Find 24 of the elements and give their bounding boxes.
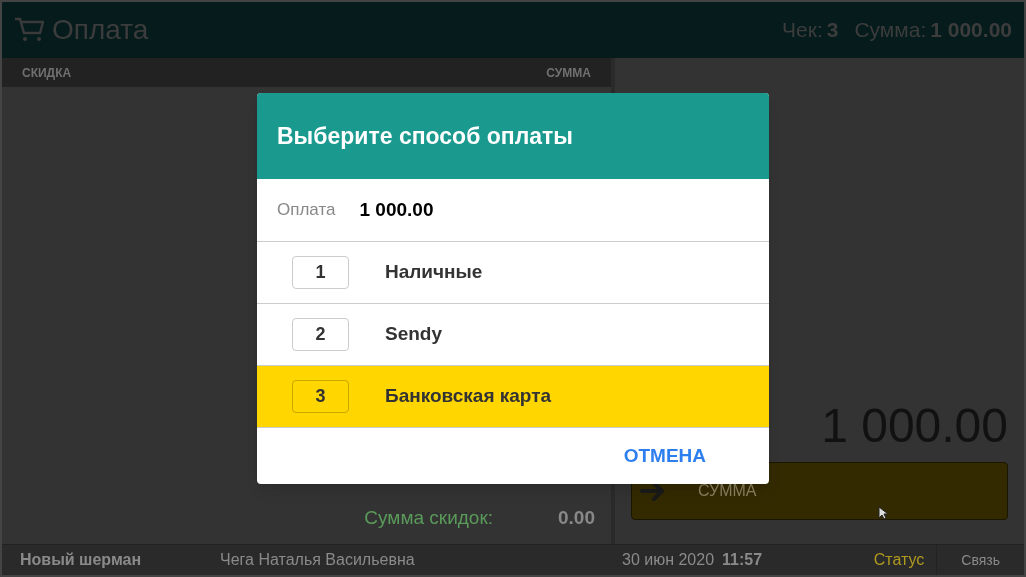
option-key: 2	[292, 318, 349, 351]
column-header: СУММА	[546, 64, 591, 82]
status-indicator: Статус	[873, 550, 925, 570]
date-text: 30 июн 2020	[622, 550, 715, 570]
payment-option[interactable]: 3 Банковская карта	[257, 366, 769, 428]
column-header: СКИДКА	[22, 64, 72, 82]
total-label: Сумма скидок:	[364, 505, 493, 530]
option-label: Банковская карта	[385, 384, 552, 409]
store-name: Новый шерман	[19, 550, 143, 570]
payment-label: Оплата	[277, 199, 336, 222]
payment-option[interactable]: 1 Наличные	[257, 242, 769, 304]
cart-icon	[14, 17, 44, 43]
cursor-icon	[878, 506, 888, 520]
option-label: Наличные	[385, 260, 483, 285]
total-value: 0.00	[557, 505, 595, 530]
dialog-title: Выберите способ оплаты	[277, 121, 573, 151]
option-label: Sendy	[385, 322, 443, 347]
option-key: 3	[292, 380, 349, 413]
option-key: 1	[292, 256, 349, 289]
time-text: 11:57	[722, 550, 763, 570]
connection-indicator: Связь	[936, 545, 1024, 575]
payment-amount: 1 000.00	[359, 197, 434, 222]
payment-option[interactable]: 2 Sendy	[257, 304, 769, 366]
cashier-name: Чега Наталья Васильевна	[220, 550, 416, 570]
